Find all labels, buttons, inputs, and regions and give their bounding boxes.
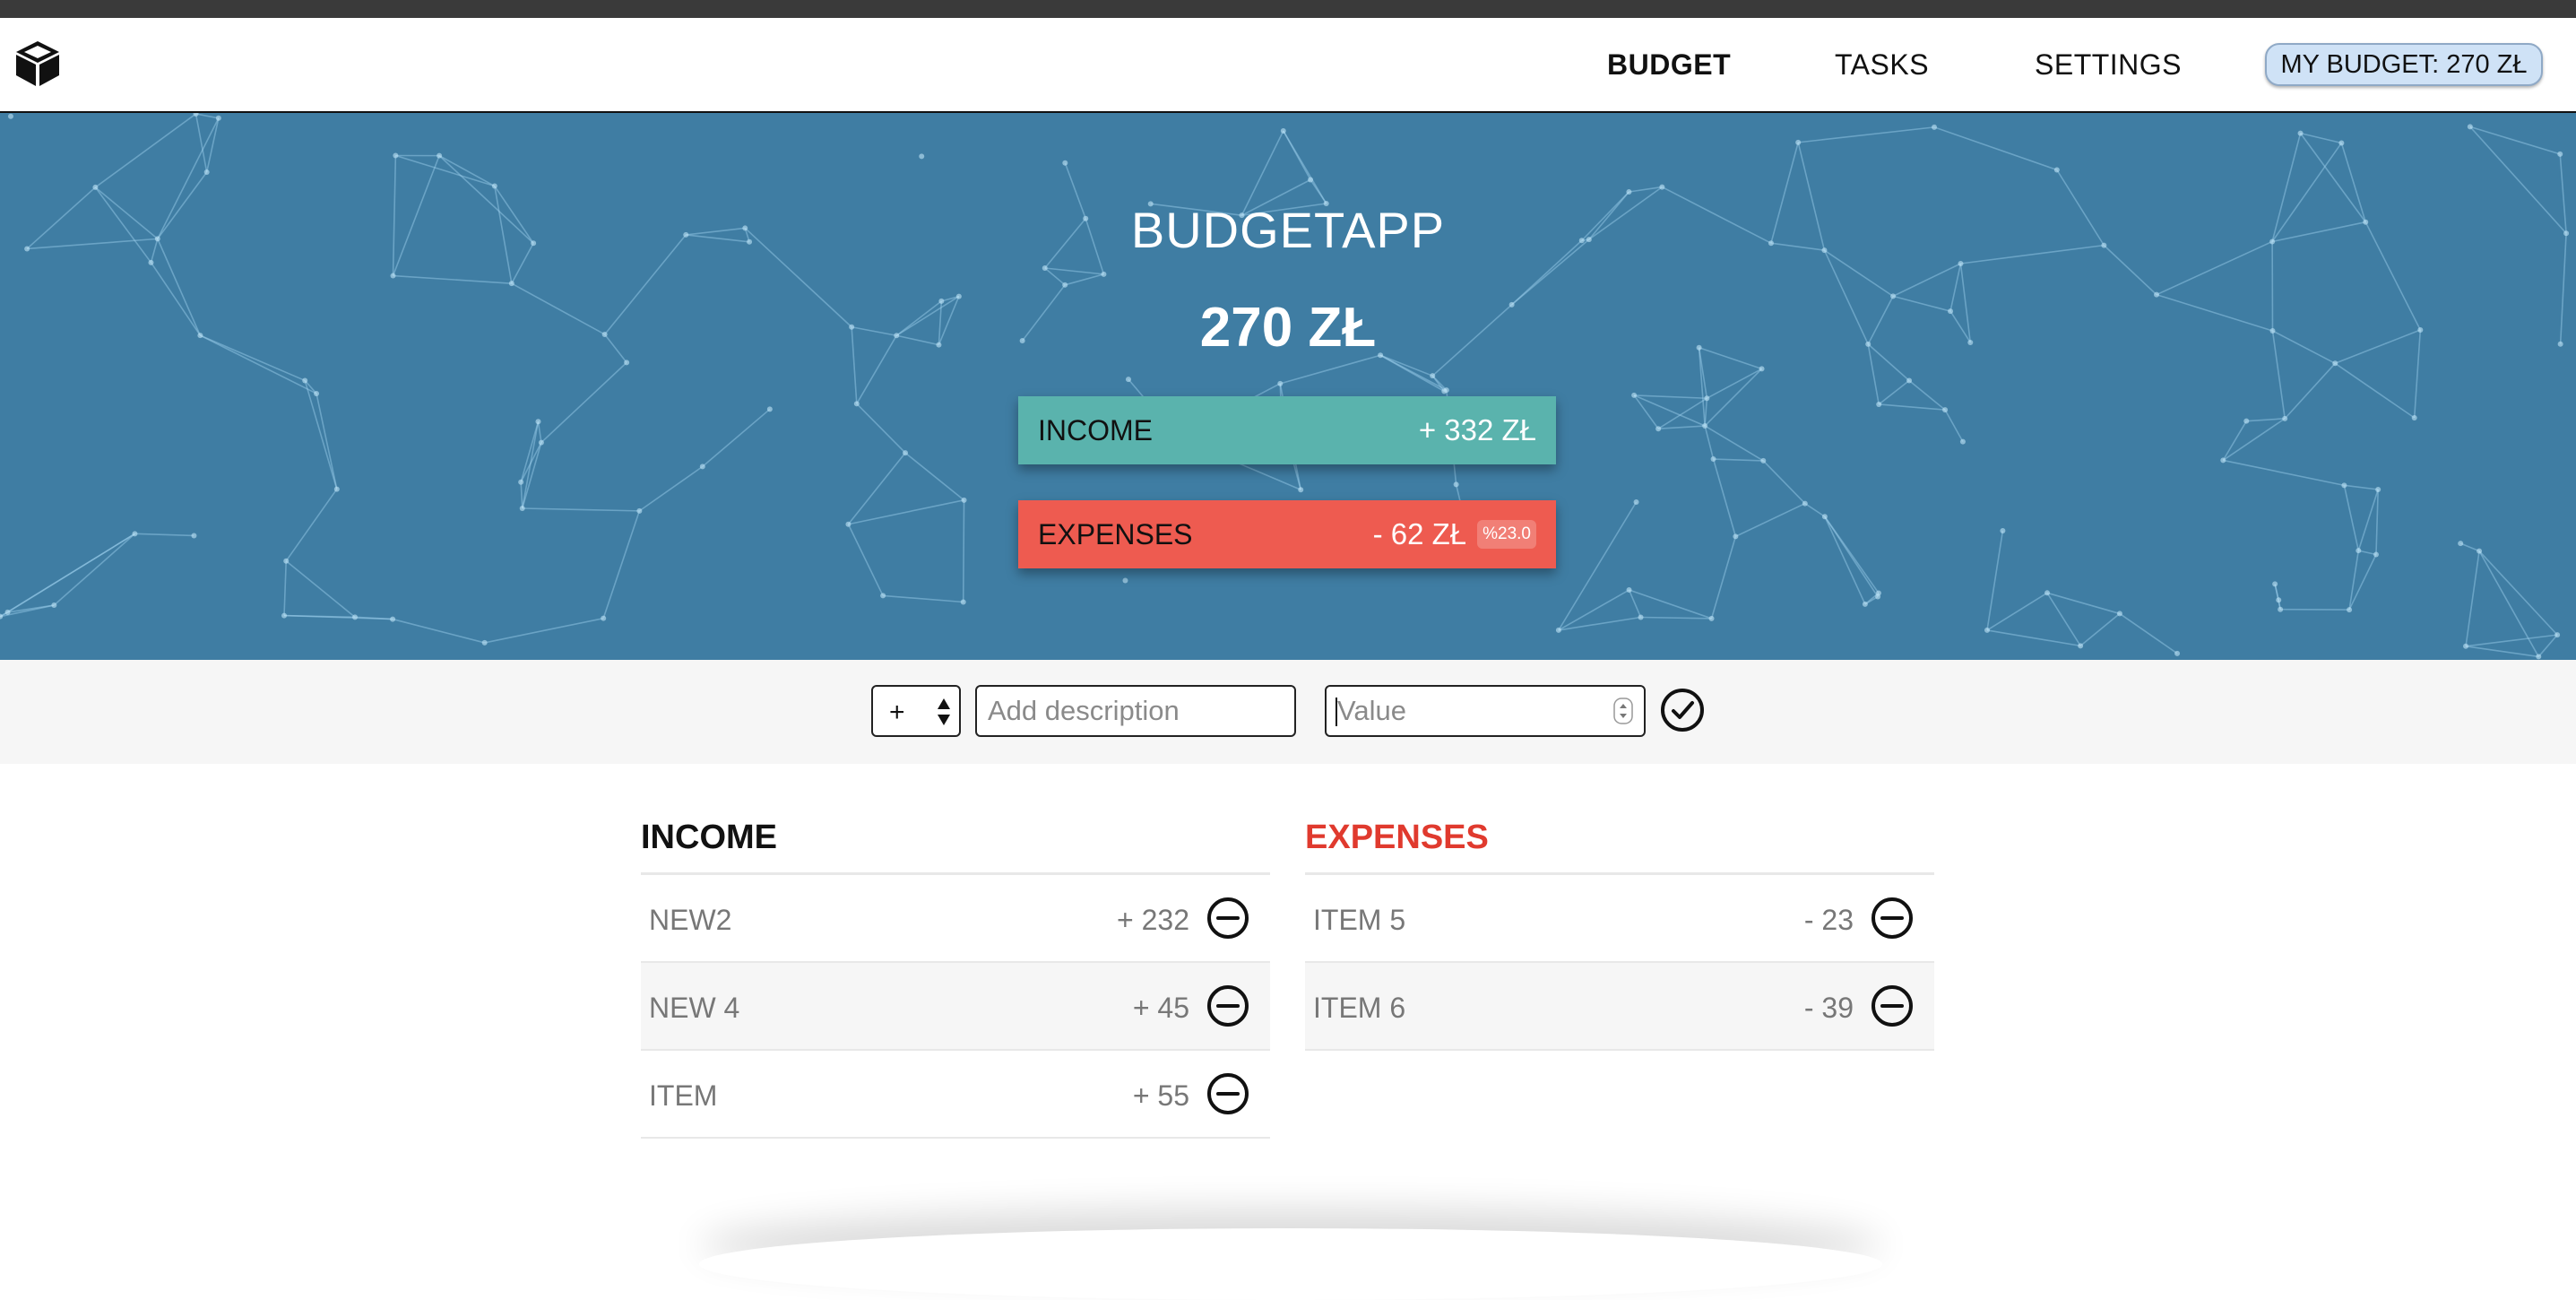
nav-budget[interactable]: BUDGET (1607, 48, 1731, 82)
expenses-summary-label: EXPENSES (1038, 518, 1193, 551)
my-budget-badge[interactable]: MY BUDGET: 270 ZŁ (2265, 43, 2543, 86)
add-item-bar: + (0, 660, 2576, 764)
expenses-percent-badge: %23.0 (1477, 520, 1536, 549)
expenses-summary: EXPENSES - 62 ZŁ %23.0 (1018, 500, 1556, 568)
expense-row: ITEM 6 - 39 (1305, 963, 1934, 1051)
delete-circle-icon[interactable] (1870, 984, 1915, 1028)
value-input[interactable] (1325, 685, 1646, 737)
type-select-value: + (889, 698, 905, 728)
delete-circle-icon[interactable] (1206, 1071, 1250, 1116)
check-circle-icon[interactable] (1659, 687, 1706, 733)
cube-icon[interactable] (13, 38, 63, 88)
delete-circle-icon[interactable] (1870, 896, 1915, 940)
income-row-description: NEW2 (649, 904, 731, 937)
expense-row: ITEM 5 - 23 (1305, 875, 1934, 963)
navbar: BUDGET TASKS SETTINGS MY BUDGET: 270 ZŁ (0, 18, 2576, 113)
hero-banner: BUDGETAPP 270 ZŁ INCOME + 332 ZŁ EXPENSE… (0, 113, 2576, 660)
expense-row-description: ITEM 6 (1313, 992, 1405, 1025)
description-input[interactable] (975, 685, 1296, 737)
select-arrows-icon (936, 695, 952, 729)
delete-circle-icon[interactable] (1206, 984, 1250, 1028)
expense-row-value: - 39 (1804, 992, 1854, 1025)
income-summary: INCOME + 332 ZŁ (1018, 396, 1556, 464)
income-row: NEW 4 + 45 (641, 963, 1270, 1051)
income-list: INCOME NEW2 + 232 NEW 4 + 45 ITEM + 55 (641, 807, 1270, 1139)
app-title: BUDGETAPP (0, 201, 2576, 259)
text-caret (1336, 698, 1337, 726)
income-heading: INCOME (641, 807, 1270, 875)
number-spinner-icon[interactable] (1613, 698, 1633, 724)
income-row-value: + 45 (1133, 992, 1189, 1025)
expense-row-value: - 23 (1804, 904, 1854, 937)
income-row-description: ITEM (649, 1079, 717, 1113)
network-background (0, 113, 2576, 660)
nav-settings[interactable]: SETTINGS (2035, 48, 2182, 82)
nav-tasks[interactable]: TASKS (1835, 48, 1929, 82)
expenses-list: EXPENSES ITEM 5 - 23 ITEM 6 - 39 (1305, 807, 1934, 1051)
expenses-summary-value: - 62 ZŁ (1373, 517, 1467, 551)
income-row: NEW2 + 232 (641, 875, 1270, 963)
income-row-value: + 232 (1117, 904, 1189, 937)
type-select[interactable]: + (871, 685, 961, 737)
income-row-description: NEW 4 (649, 992, 739, 1025)
bottom-card-shadow (699, 1228, 1882, 1300)
income-row-value: + 55 (1133, 1079, 1189, 1113)
income-row: ITEM + 55 (641, 1051, 1270, 1139)
income-summary-label: INCOME (1038, 414, 1153, 447)
window-top-strip (0, 0, 2576, 18)
income-summary-value: + 332 ZŁ (1419, 413, 1536, 447)
delete-circle-icon[interactable] (1206, 896, 1250, 940)
budget-total: 270 ZŁ (0, 296, 2576, 360)
expense-row-description: ITEM 5 (1313, 904, 1405, 937)
expenses-heading: EXPENSES (1305, 807, 1934, 875)
